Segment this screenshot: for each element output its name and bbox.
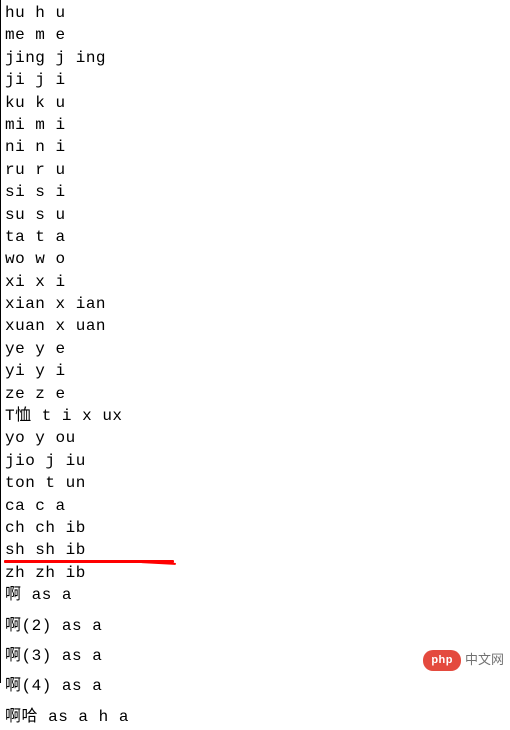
output-line: ku k u <box>5 92 506 114</box>
output-line: ton t un <box>5 472 506 494</box>
watermark-badge: php <box>423 650 461 671</box>
output-line: si s i <box>5 181 506 203</box>
output-line: 啊 as a <box>5 584 506 606</box>
output-line: 啊(2) as a <box>5 615 506 637</box>
output-line: jing j ing <box>5 47 506 69</box>
output-line: 啊哈 as a h a <box>5 706 506 728</box>
watermark: php 中文网 <box>423 650 504 671</box>
output-line: xuan x uan <box>5 315 506 337</box>
output-line: wo w o <box>5 248 506 270</box>
watermark-text: 中文网 <box>465 651 504 669</box>
output-line: sh sh ib <box>5 539 506 561</box>
output-line: yo y ou <box>5 427 506 449</box>
output-line: ch ch ib <box>5 517 506 539</box>
output-line: ye y e <box>5 338 506 360</box>
output-line: hu h u <box>5 2 506 24</box>
output-line: T恤 t i x ux <box>5 405 506 427</box>
output-line: ca c a <box>5 495 506 517</box>
output-line: zh zh ib <box>5 562 506 584</box>
output-line: me m e <box>5 24 506 46</box>
output-line: ta t a <box>5 226 506 248</box>
output-line: mi m i <box>5 114 506 136</box>
output-line: xian x ian <box>5 293 506 315</box>
output-line: xi x i <box>5 271 506 293</box>
output-line: ze z e <box>5 383 506 405</box>
output-line: jio j iu <box>5 450 506 472</box>
output-line: ni n i <box>5 136 506 158</box>
output-line: su s u <box>5 204 506 226</box>
output-line: 啊(4) as a <box>5 675 506 697</box>
code-output: hu h ume m ejing j ingji j iku k umi m i… <box>1 0 510 730</box>
output-line: ru r u <box>5 159 506 181</box>
output-line: ji j i <box>5 69 506 91</box>
output-line: yi y i <box>5 360 506 382</box>
